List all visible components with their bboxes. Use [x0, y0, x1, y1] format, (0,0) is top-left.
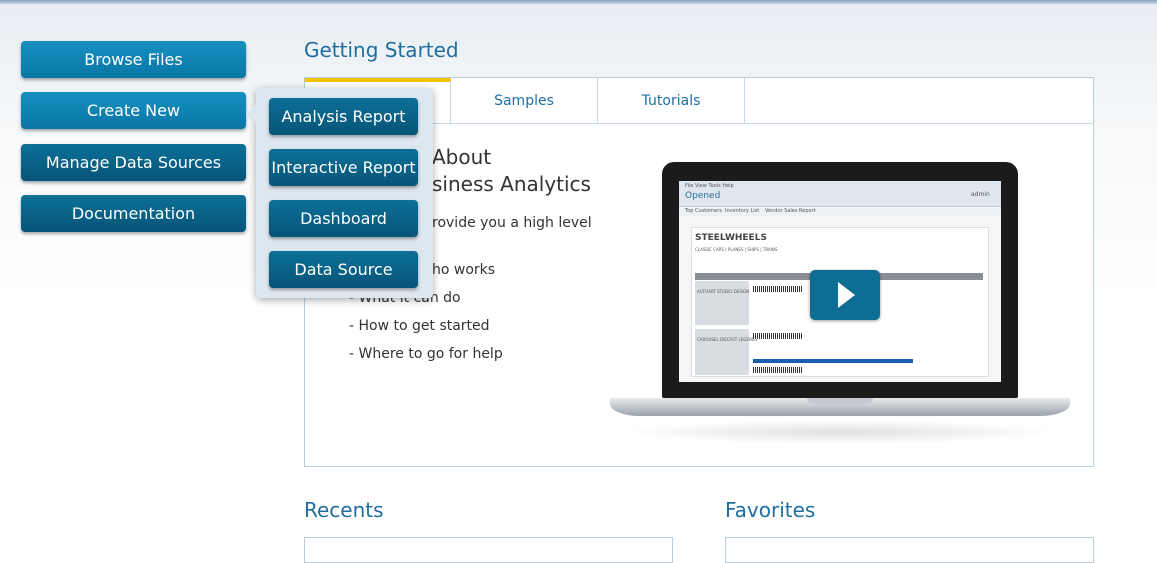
browse-files-button[interactable]: Browse Files — [21, 41, 246, 78]
about-title-line1: About — [432, 145, 492, 169]
favorites-panel — [725, 537, 1094, 563]
create-new-button[interactable]: Create New — [21, 92, 246, 129]
about-title-line2: siness Analytics — [432, 172, 591, 196]
top-bar — [0, 0, 1157, 4]
data-source-button[interactable]: Data Source — [269, 251, 418, 288]
dashboard-button[interactable]: Dashboard — [269, 200, 418, 237]
recents-panel — [304, 537, 673, 563]
screen-tab-2: Inventory List — [725, 208, 760, 214]
bullet-where-to-go-for-help: - Where to go for help — [349, 346, 503, 362]
favorites-title: Favorites — [725, 498, 816, 522]
manage-data-sources-button[interactable]: Manage Data Sources — [21, 144, 246, 181]
recents-title: Recents — [304, 498, 384, 522]
screen-report-title: STEELWHEELS — [695, 233, 767, 243]
screen-tab-3: Vendor Sales Report — [765, 208, 816, 214]
screen-opened-label: Opened — [685, 191, 721, 201]
tab-tutorials[interactable]: Tutorials — [598, 78, 745, 124]
laptop-base-notch — [807, 398, 873, 404]
documentation-button[interactable]: Documentation — [21, 195, 246, 232]
screen-row-1: AUTOART STUDIO DESIGN — [697, 289, 750, 294]
screen-report-subtitle: CLASSIC CARS | PLANES | SHIPS | TRAINS — [695, 247, 778, 252]
bullet-how-to-get-started: - How to get started — [349, 318, 490, 334]
laptop-shadow — [620, 420, 1060, 444]
getting-started-title: Getting Started — [304, 38, 459, 62]
intro-text: rovide you a high level — [432, 215, 592, 231]
interactive-report-button[interactable]: Interactive Report — [269, 149, 418, 186]
screen-tab-1: Top Customers — [685, 208, 722, 214]
screen-row-2: CAROUSEL DIECAST LEGENDS — [697, 337, 758, 342]
play-icon[interactable] — [810, 270, 880, 320]
screen-user: admin — [971, 191, 990, 198]
tab-samples[interactable]: Samples — [451, 78, 598, 124]
bullet-who-works: ho works — [432, 262, 496, 278]
analysis-report-button[interactable]: Analysis Report — [269, 98, 418, 135]
screen-app-menu: File View Tools Help — [685, 183, 734, 189]
